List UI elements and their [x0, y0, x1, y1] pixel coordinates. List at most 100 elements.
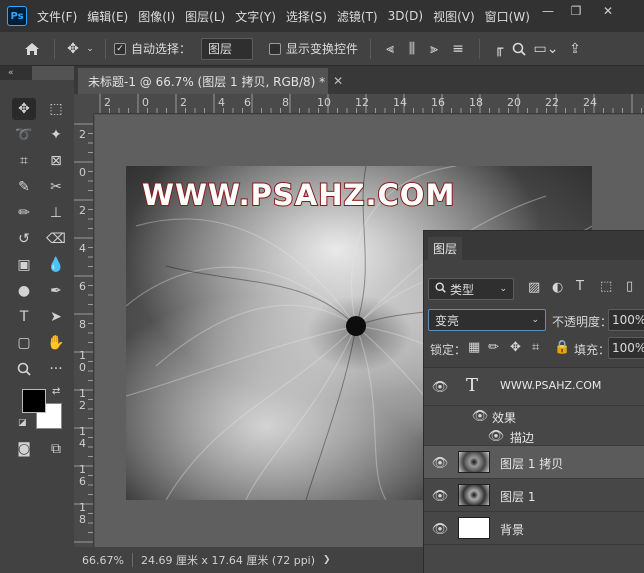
path-select-icon[interactable]: ➤: [44, 306, 68, 328]
search-icon[interactable]: [510, 42, 528, 56]
menu-image[interactable]: 图像(I): [138, 8, 175, 25]
layer-name: 背景: [500, 523, 525, 537]
zoom-tool-icon[interactable]: [12, 358, 36, 380]
layer-row-stroke-effect[interactable]: 👁 描边: [424, 426, 644, 446]
eyedropper-icon[interactable]: ✎: [12, 176, 36, 198]
align-left-icon[interactable]: ⫷: [379, 41, 401, 57]
healing-brush-icon[interactable]: ✂: [44, 176, 68, 198]
eye-icon[interactable]: 👁: [432, 455, 449, 471]
move-tool-icon[interactable]: ✥: [12, 98, 36, 120]
dodge-tool-icon[interactable]: ●: [12, 280, 36, 302]
minimize-icon[interactable]: —: [534, 0, 562, 22]
menu-filter[interactable]: 滤镜(T): [337, 8, 378, 25]
shape-tool-icon[interactable]: ▢: [12, 332, 36, 354]
auto-select-checkbox[interactable]: ✓: [114, 42, 126, 55]
separator: [54, 38, 55, 59]
share-icon[interactable]: ⇪: [564, 41, 586, 57]
auto-select-target-dropdown[interactable]: 图层: [201, 37, 254, 60]
ruler-tick: 1 6: [79, 463, 86, 488]
lock-transparent-icon[interactable]: ▦: [468, 340, 480, 355]
eye-icon[interactable]: 👁: [432, 521, 449, 537]
eye-icon[interactable]: 👁: [488, 428, 505, 444]
ruler-tick: 2: [180, 96, 187, 109]
separator: [105, 38, 106, 59]
layers-panel: 图层 类型 ⌄ ▨ ◐ T ⬚ ▯ 变亮 ⌄ 不透明度： 100% 锁定： ▦ …: [423, 230, 644, 573]
zoom-level[interactable]: 66.67%: [82, 554, 124, 567]
lock-position-icon[interactable]: ✥: [510, 340, 521, 355]
fill-input[interactable]: 100%: [608, 337, 644, 359]
hand-tool-icon[interactable]: ✋: [44, 332, 68, 354]
menu-select[interactable]: 选择(S): [286, 8, 327, 25]
layer-name: WWW.PSAHZ.COM: [500, 379, 602, 392]
brush-tool-icon[interactable]: ✏: [12, 202, 36, 224]
filter-adjustment-icon[interactable]: ◐: [552, 280, 563, 295]
eraser-tool-icon[interactable]: ⌫: [44, 228, 68, 250]
blend-row: 变亮 ⌄ 不透明度： 100%: [424, 308, 644, 332]
layers-panel-tabbar: 图层: [424, 231, 644, 260]
blur-tool-icon[interactable]: 💧: [44, 254, 68, 276]
show-transform-checkbox[interactable]: [269, 42, 282, 55]
menu-type[interactable]: 文字(Y): [235, 8, 276, 25]
menu-window[interactable]: 窗口(W): [485, 8, 530, 25]
filter-smart-object-icon[interactable]: ▯: [626, 279, 633, 294]
3d-mode-icon[interactable]: ╓: [488, 41, 510, 57]
eye-icon[interactable]: 👁: [432, 379, 449, 395]
filter-shape-icon[interactable]: ⬚: [600, 279, 612, 294]
more-tools-icon[interactable]: ···: [44, 358, 68, 380]
tools-panel: ✥ ⬚ ➰ ✦ ⌗ ⊠ ✎ ✂ ✏ ⊥ ↺ ⌫ ▣ 💧 ● ✒ T ➤ ▢ ✋ …: [0, 80, 74, 573]
move-tool-icon[interactable]: ✥: [63, 41, 83, 57]
magic-wand-icon[interactable]: ✦: [44, 124, 68, 146]
document-tab[interactable]: 未标题-1 @ 66.7% (图层 1 拷贝, RGB/8) * ✕: [78, 68, 343, 94]
menu-view[interactable]: 视图(V): [433, 8, 475, 25]
filter-type-icon[interactable]: T: [576, 279, 584, 294]
crop-tool-icon[interactable]: ⌗: [12, 150, 36, 172]
foreground-color-swatch[interactable]: [22, 389, 46, 413]
default-colors-icon[interactable]: ◪: [18, 418, 27, 428]
distribute-icon[interactable]: ≡: [445, 41, 471, 57]
layer-row-text[interactable]: 👁 T WWW.PSAHZ.COM: [424, 368, 644, 406]
menu-layer[interactable]: 图层(L): [185, 8, 225, 25]
stamp-tool-icon[interactable]: ⊥: [44, 202, 68, 224]
align-center-icon[interactable]: ⫼: [401, 41, 423, 57]
align-right-icon[interactable]: ⫸: [423, 41, 445, 57]
close-window-icon[interactable]: ✕: [594, 0, 622, 22]
gradient-tool-icon[interactable]: ▣: [12, 254, 36, 276]
status-menu-icon[interactable]: ❯: [323, 555, 331, 565]
text-layer-icon: T: [466, 375, 479, 396]
quick-mask-icon[interactable]: ◙: [12, 438, 36, 460]
menu-3d[interactable]: 3D(D): [388, 9, 423, 23]
layer-row-effects[interactable]: 👁 效果: [424, 406, 644, 426]
ruler-tick: 22: [545, 96, 559, 109]
eye-icon[interactable]: 👁: [432, 488, 449, 504]
menu-edit[interactable]: 编辑(E): [87, 8, 128, 25]
screen-mode-icon[interactable]: ⧉: [44, 438, 68, 460]
frame-tool-icon[interactable]: ⊠: [44, 150, 68, 172]
marquee-tool-icon[interactable]: ⬚: [44, 98, 68, 120]
chevron-down-icon: ⌄: [499, 284, 507, 294]
chevron-down-icon[interactable]: ⌄: [83, 44, 97, 54]
toolbar-collapse[interactable]: «: [0, 66, 32, 80]
type-tool-icon[interactable]: T: [12, 306, 36, 328]
blend-mode-dropdown[interactable]: 变亮 ⌄: [428, 309, 546, 331]
opacity-input[interactable]: 100%: [608, 309, 644, 331]
close-tab-icon[interactable]: ✕: [333, 74, 343, 88]
pen-tool-icon[interactable]: ✒: [44, 280, 68, 302]
layer-row-layer1[interactable]: 👁 图层 1: [424, 479, 644, 512]
lock-all-icon[interactable]: 🔒: [554, 340, 570, 355]
home-icon[interactable]: [18, 42, 46, 56]
filter-pixel-icon[interactable]: ▨: [528, 280, 540, 295]
layer-filter-dropdown[interactable]: 类型 ⌄: [428, 278, 514, 300]
lock-artboard-icon[interactable]: ⌗: [532, 340, 539, 355]
ruler-tick: 4: [218, 96, 225, 109]
restore-icon[interactable]: ❐: [562, 0, 590, 22]
eye-icon[interactable]: 👁: [472, 408, 489, 424]
layer-row-layer1-copy[interactable]: 👁 图层 1 拷贝: [424, 446, 644, 479]
menu-file[interactable]: 文件(F): [37, 8, 77, 25]
lock-image-icon[interactable]: ✏: [488, 340, 499, 355]
history-brush-icon[interactable]: ↺: [12, 228, 36, 250]
workspace-icon[interactable]: ▭⌄: [532, 41, 560, 57]
layers-tab[interactable]: 图层: [428, 237, 462, 260]
layer-row-background[interactable]: 👁 背景: [424, 512, 644, 545]
swap-colors-icon[interactable]: ⇄: [52, 386, 60, 397]
lasso-tool-icon[interactable]: ➰: [12, 124, 36, 146]
